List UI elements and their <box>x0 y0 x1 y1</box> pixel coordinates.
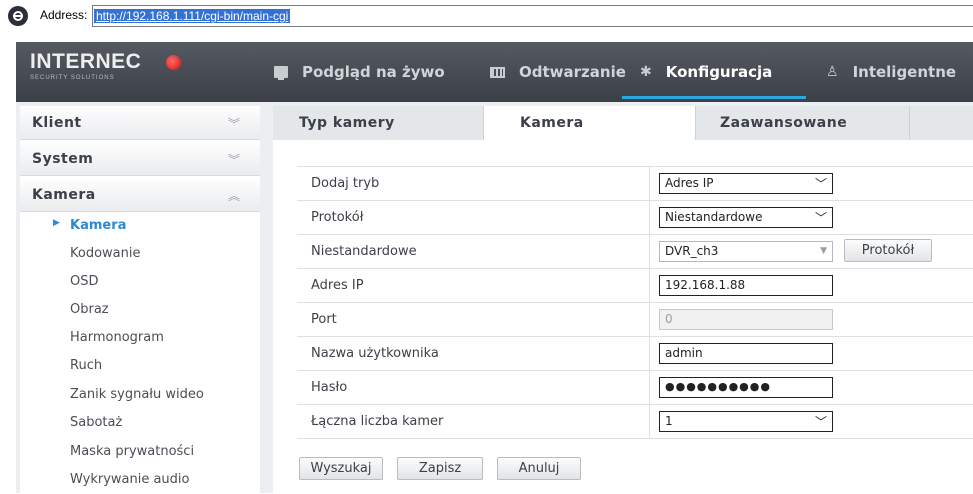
address-input[interactable]: http://192.168.1.111/cgi-bin/main-cgi <box>92 5 973 27</box>
total-cameras-value: 1 <box>665 414 673 428</box>
app-header: INTERNEC SECURITY SOLUTIONS Podgląd na ż… <box>16 42 973 102</box>
total-cameras-select[interactable]: 1 ﹀ <box>659 411 833 432</box>
tab-camera[interactable]: Kamera <box>484 106 696 140</box>
field-label: Adres IP <box>311 278 364 293</box>
sidebar-item-label: Kamera <box>70 218 127 233</box>
nav-live-view-label: Podgląd na żywo <box>302 63 445 81</box>
sidebar-section-system[interactable]: System ︾ <box>20 144 260 176</box>
nav-configuration-label: Konfiguracja <box>665 63 773 81</box>
protocol-button[interactable]: Protokół <box>844 239 932 262</box>
username-input[interactable]: admin <box>659 343 833 364</box>
address-url[interactable]: http://192.168.1.111/cgi-bin/main-cgi <box>94 9 291 23</box>
caret-right-icon: ▶ <box>53 218 60 228</box>
form-row-protocol: Protokół <box>297 201 973 235</box>
sidebar-item-label: Zanik sygnału wideo <box>70 387 204 402</box>
person-icon: ♙ <box>826 64 839 80</box>
sidebar-item-label: OSD <box>70 274 99 289</box>
chevron-down-icon: ﹀ <box>814 177 827 191</box>
sidebar-section-client[interactable]: Klient ︾ <box>20 108 260 140</box>
logo-brand: INTERNEC <box>30 50 142 73</box>
sidebar-item-label: Obraz <box>70 302 109 317</box>
sidebar-section-label: Klient <box>32 115 82 131</box>
tab-label: Zaawansowane <box>720 115 848 131</box>
logo-tagline: SECURITY SOLUTIONS <box>30 75 115 81</box>
nav-playback-label: Odtwarzanie <box>519 63 626 81</box>
address-bar: Address: http://192.168.1.111/cgi-bin/ma… <box>0 0 973 42</box>
field-label: Hasło <box>311 380 348 395</box>
chevron-down-icon: ﹀ <box>814 415 827 429</box>
sidebar-item-label: Sabotaż <box>70 415 123 430</box>
form-row-port: Port <box>297 303 973 337</box>
nav-live-view[interactable]: Podgląd na żywo <box>274 42 445 102</box>
cancel-button[interactable]: Anuluj <box>497 457 581 480</box>
sidebar-item-encoding[interactable]: Kodowanie <box>20 240 260 268</box>
sidebar-item-osd[interactable]: OSD <box>20 268 260 296</box>
browser-icon <box>8 6 28 26</box>
tab-label: Kamera <box>520 115 584 131</box>
sidebar-item-audio-detection[interactable]: Wykrywanie audio <box>20 466 260 494</box>
sidebar-item-image[interactable]: Obraz <box>20 296 260 324</box>
sidebar-section-camera[interactable]: Kamera ︽ <box>20 180 260 212</box>
sidebar-item-label: Kodowanie <box>70 246 141 261</box>
chevron-double-down-icon: ︾ <box>227 117 240 131</box>
tab-camera-type[interactable]: Typ kamery <box>273 106 484 140</box>
protocol-value: Niestandardowe <box>665 210 763 224</box>
ip-address-input[interactable]: 192.168.1.88 <box>659 275 833 296</box>
sidebar-item-camera[interactable]: ▶ Kamera <box>20 212 260 240</box>
monitor-icon <box>274 66 288 80</box>
logo: INTERNEC <box>30 50 181 74</box>
field-label: Nazwa użytkownika <box>311 346 439 361</box>
gear-icon: ✱ <box>640 64 652 80</box>
field-label: Dodaj tryb <box>311 176 380 191</box>
form-row-total-cameras: Łączna liczba kamer <box>297 405 973 439</box>
save-button[interactable]: Zapisz <box>397 457 483 480</box>
field-label: Protokół <box>311 210 364 225</box>
field-label: Port <box>311 312 337 327</box>
search-button[interactable]: Wyszukaj <box>299 457 383 480</box>
sidebar-item-tamper[interactable]: Sabotaż <box>20 409 260 437</box>
chevron-double-down-icon: ︾ <box>227 153 240 167</box>
sidebar-item-video-loss[interactable]: Zanik sygnału wideo <box>20 381 260 409</box>
sidebar-item-privacy-mask[interactable]: Maska prywatności <box>20 438 260 466</box>
sidebar-section-label: System <box>32 151 94 167</box>
nav-configuration[interactable]: ✱ Konfiguracja <box>640 42 772 102</box>
port-input: 0 <box>659 309 833 330</box>
chevron-double-up-icon: ︽ <box>227 189 240 203</box>
sidebar-item-label: Wykrywanie audio <box>70 472 190 487</box>
custom-protocol-select[interactable]: DVR_ch3 ▼ <box>659 241 833 262</box>
form-row-username: Nazwa użytkownika <box>297 337 973 371</box>
address-label: Address: <box>40 8 88 22</box>
caret-down-icon: ▼ <box>820 246 827 256</box>
nav-intelligent-label: Inteligentne <box>852 63 957 81</box>
field-label: Łączna liczba kamer <box>311 414 444 429</box>
tab-label: Typ kamery <box>299 115 395 131</box>
nav-active-indicator <box>622 96 806 99</box>
nav-playback[interactable]: Odtwarzanie <box>490 42 626 102</box>
form-row-add-mode: Dodaj tryb <box>297 167 973 201</box>
sidebar-item-schedule[interactable]: Harmonogram <box>20 324 260 352</box>
password-input[interactable]: ●●●●●●●●●● <box>659 377 833 398</box>
sidebar-item-motion[interactable]: Ruch <box>20 352 260 380</box>
add-mode-value: Adres IP <box>665 176 714 190</box>
tab-bar: Typ kamery Kamera Zaawansowane <box>273 106 973 140</box>
add-mode-select[interactable]: Adres IP ﹀ <box>659 173 833 194</box>
sidebar-section-label: Kamera <box>32 187 96 203</box>
film-icon <box>490 66 505 78</box>
sidebar-item-label: Harmonogram <box>70 330 164 345</box>
tab-advanced[interactable]: Zaawansowane <box>696 106 910 140</box>
sidebar: Klient ︾ System ︾ Kamera ︽ ▶ Kamera Kodo… <box>20 106 260 493</box>
chevron-down-icon: ﹀ <box>814 211 827 225</box>
custom-protocol-value: DVR_ch3 <box>665 244 719 258</box>
sidebar-item-label: Ruch <box>70 358 103 373</box>
sidebar-item-label: Maska prywatności <box>70 444 195 459</box>
field-label: Niestandardowe <box>311 244 417 259</box>
protocol-select[interactable]: Niestandardowe ﹀ <box>659 207 833 228</box>
logo-dot-icon <box>166 55 181 70</box>
form-row-password: Hasło <box>297 371 973 405</box>
nav-intelligent[interactable]: ♙ Inteligentne <box>826 42 956 102</box>
form-row-ip-address: Adres IP <box>297 269 973 303</box>
